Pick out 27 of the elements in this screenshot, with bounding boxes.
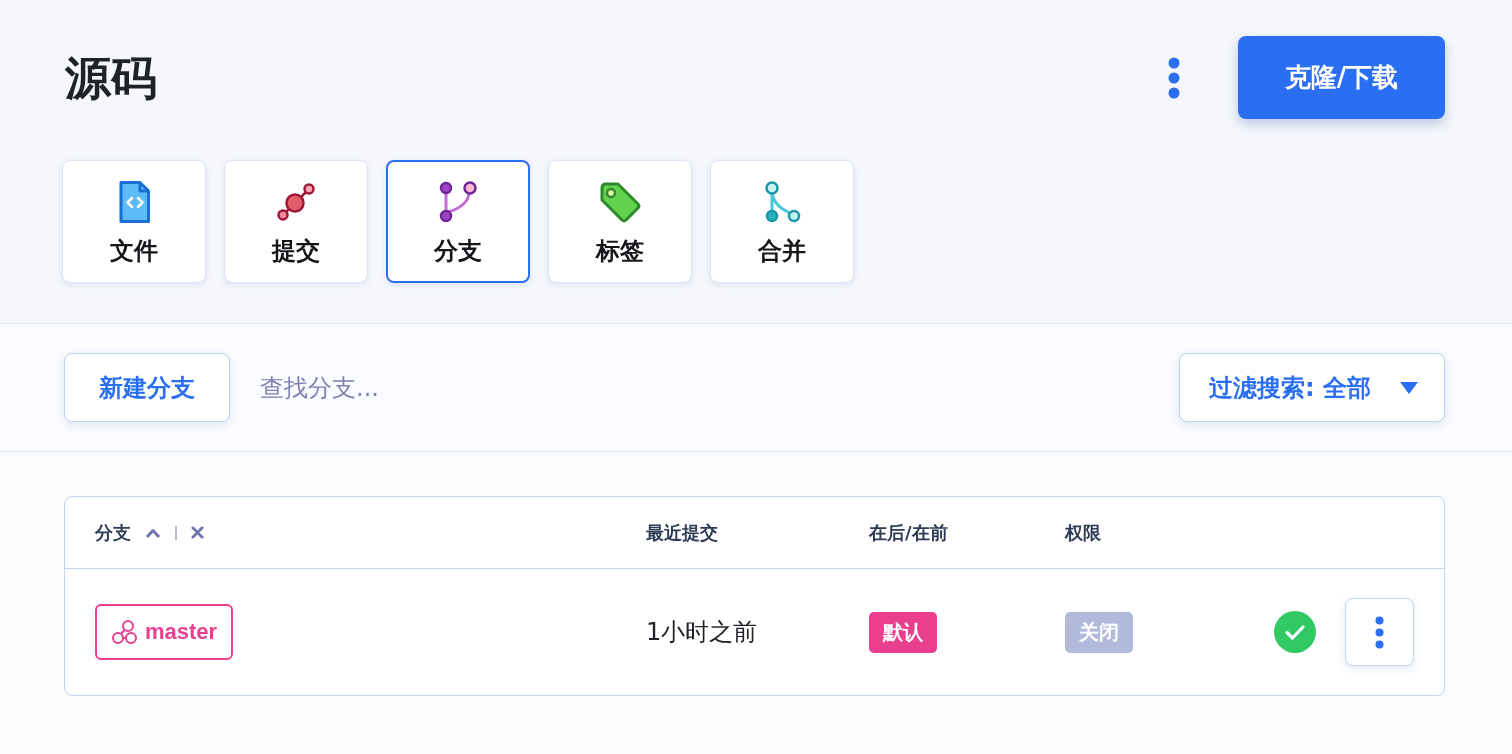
status-badge: 默认	[869, 611, 937, 653]
more-vertical-icon	[1375, 615, 1384, 649]
sort-caret-icon[interactable]	[145, 527, 161, 538]
tab[interactable]: 合并	[710, 160, 854, 283]
branch-tag[interactable]: master	[95, 604, 234, 660]
search-field[interactable]: 查找分支...	[260, 362, 1139, 413]
tab[interactable]: 文件	[62, 160, 206, 283]
column-header: 权限	[1065, 520, 1101, 545]
row-menu-button[interactable]	[1345, 598, 1414, 666]
more-vertical-icon[interactable]	[1168, 56, 1180, 99]
tag-icon	[598, 180, 642, 224]
commit-icon	[274, 180, 318, 224]
clone-download-button[interactable]: 克隆/下载	[1238, 36, 1445, 119]
branch-icon	[111, 619, 137, 645]
tab[interactable]: 提交	[224, 160, 368, 283]
commit-time: 1小时之前	[646, 617, 758, 648]
column-header: 最近提交	[646, 520, 718, 545]
tab[interactable]: 分支	[386, 160, 530, 283]
column-header: 在后/在前	[869, 520, 948, 545]
tab[interactable]: 标签	[548, 160, 692, 283]
filter-dropdown[interactable]: 过滤搜索: 全部	[1179, 353, 1445, 422]
caret-down-icon	[1400, 381, 1418, 394]
new-branch-button[interactable]: 新建分支	[64, 353, 230, 422]
permission-badge: 关闭	[1065, 611, 1133, 653]
page-title: 源码	[65, 54, 157, 101]
close-icon[interactable]	[190, 526, 204, 539]
column-header: 分支	[95, 520, 131, 545]
